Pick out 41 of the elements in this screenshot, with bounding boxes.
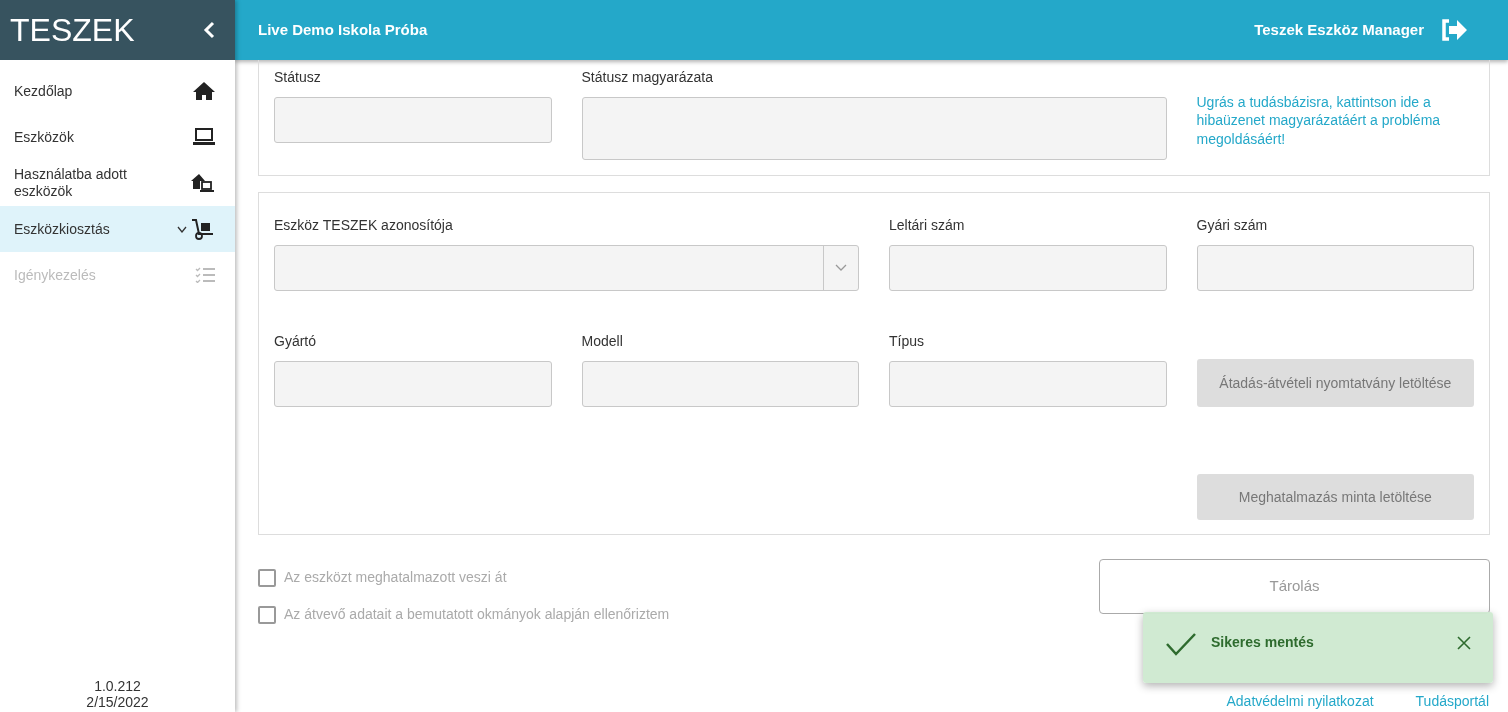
- field-label: Eszköz TESZEK azonosítója: [274, 216, 454, 235]
- help-link[interactable]: Ugrás a tudásbázisra, kattintson ide a hibaüzenet magyarázatáért a probléma megoldásáért!: [1196, 93, 1474, 148]
- laptop-icon: [193, 128, 215, 146]
- close-icon[interactable]: [1457, 636, 1471, 650]
- field-label: Leltári szám: [889, 216, 966, 235]
- field-label: Státusz magyarázata: [581, 68, 714, 87]
- input-field[interactable]: [889, 361, 1167, 407]
- caret-icon: [835, 264, 847, 272]
- text-area[interactable]: [581, 97, 1167, 160]
- input-field[interactable]: [274, 97, 552, 143]
- field-label: Típus: [889, 332, 925, 351]
- input-field[interactable]: [889, 245, 1167, 291]
- home-icon: [193, 81, 215, 101]
- toast-message: Sikeres mentés: [1211, 633, 1315, 652]
- select-field[interactable]: [274, 245, 859, 291]
- date-text: 2/15/2022: [85, 693, 150, 710]
- check-icon: [1165, 632, 1197, 656]
- input-field[interactable]: [1196, 245, 1474, 291]
- checkbox-label: Az átvevő adatait a bemutatott okmányok alapján ellenőriztem: [284, 605, 670, 624]
- logout-icon[interactable]: [1440, 18, 1468, 42]
- sidebar-item[interactable]: Eszközök: [0, 114, 235, 160]
- checklist-icon: [195, 267, 215, 283]
- field-label: Gyári szám: [1196, 216, 1269, 235]
- collapse-icon[interactable]: [203, 21, 215, 39]
- hand-truck-icon: [191, 218, 215, 240]
- field-label: Státusz: [274, 68, 322, 87]
- checkbox-label: Az eszközt meghatalmazott veszi át: [284, 568, 507, 587]
- field-label: Modell: [581, 332, 624, 351]
- footer-link[interactable]: Tudásportál: [1415, 691, 1489, 712]
- sidebar-item[interactable]: Kezdőlap: [0, 68, 235, 114]
- house-laptop-icon: [191, 173, 215, 193]
- version-text: 1.0.212: [93, 677, 142, 694]
- footer-link[interactable]: Adatvédelmi nyilatkozat: [1226, 691, 1374, 712]
- brand-title: TESZEK: [10, 11, 135, 50]
- input-field[interactable]: [274, 361, 552, 407]
- school-name: Live Demo Iskola Próba: [258, 19, 428, 40]
- field-label: Gyártó: [274, 332, 317, 351]
- input-field[interactable]: [581, 361, 859, 407]
- user-name: Teszek Eszköz Manager: [1254, 19, 1424, 40]
- sidebar-item[interactable]: Használatba adott eszközök: [0, 160, 235, 206]
- sidebar-item[interactable]: Eszközkiosztás: [0, 206, 235, 252]
